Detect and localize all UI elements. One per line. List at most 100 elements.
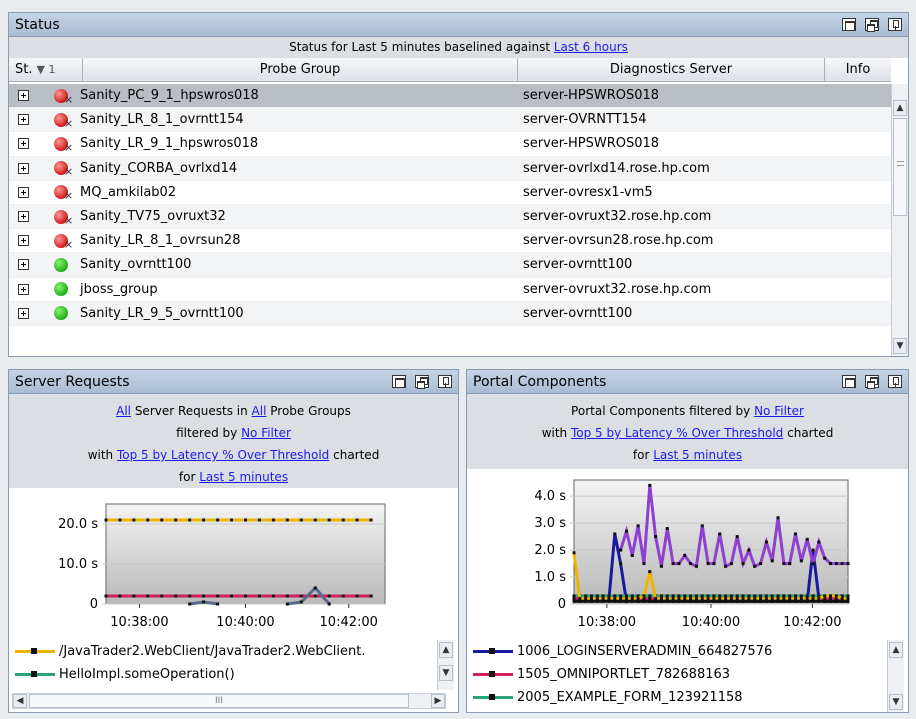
status-ok-icon <box>54 306 68 321</box>
restore-icon[interactable] <box>865 375 879 389</box>
maximize-icon[interactable] <box>842 18 856 31</box>
expand-icon[interactable] <box>18 90 29 102</box>
data-point <box>595 594 599 598</box>
table-row[interactable]: MQ_amkilab02 server-ovresx1-vm5 <box>9 181 891 205</box>
scroll-down-icon[interactable]: ▼ <box>893 338 907 354</box>
legend-vscroll[interactable]: ▲ ▼ <box>437 640 454 690</box>
table-row[interactable]: Sanity_TV75_ovruxt32 server-ovruxt32.rose… <box>9 204 891 230</box>
data-point <box>700 597 704 601</box>
scroll-left-icon[interactable]: ◀ <box>13 694 27 708</box>
scroll-down-icon[interactable]: ▼ <box>889 694 903 710</box>
data-point <box>764 540 768 544</box>
server-cell: server-ovrntt100 <box>523 305 633 321</box>
data-point <box>689 562 693 566</box>
table-row[interactable]: Sanity_LR_8_1_ovrntt154 server-OVRNTT154 <box>9 108 891 133</box>
time-range-link[interactable]: Last 5 minutes <box>653 448 742 462</box>
expand-icon[interactable] <box>18 114 29 126</box>
data-point <box>724 597 728 601</box>
time-range-link[interactable]: Last 5 minutes <box>199 470 288 484</box>
expand-icon[interactable] <box>18 259 29 271</box>
expand-icon[interactable] <box>18 307 29 319</box>
x-tick-label: 10:42:00 <box>783 615 841 630</box>
data-point <box>188 518 192 522</box>
data-point <box>694 594 698 598</box>
all-requests-link[interactable]: All <box>116 404 131 418</box>
table-row[interactable]: Sanity_ovrntt100 server-ovrntt100 <box>9 253 891 278</box>
top5-latency-link[interactable]: Top 5 by Latency % Over Threshold <box>571 426 783 440</box>
data-point <box>829 594 833 598</box>
pin-icon[interactable] <box>888 375 902 388</box>
table-row[interactable]: Sanity_PC_9_1_hpswros018 server-HPSWROS01… <box>9 84 891 109</box>
table-row[interactable]: jboss_group server-ovruxt32.rose.hp.com <box>9 278 891 302</box>
data-point <box>146 594 150 598</box>
data-point <box>671 599 675 603</box>
data-point <box>747 594 751 598</box>
pin-icon[interactable] <box>438 375 452 388</box>
hscroll-thumb[interactable]: III <box>29 694 409 708</box>
col-probe-group-header[interactable]: Probe Group <box>83 58 518 81</box>
table-row[interactable]: Sanity_LR_9_1_hpswros018 server-HPSWROS01… <box>9 132 891 157</box>
legend-label: /JavaTrader2.WebClient/JavaTrader2.WebCl… <box>59 644 366 659</box>
data-point <box>271 594 275 598</box>
scroll-up-icon[interactable]: ▲ <box>889 642 903 658</box>
data-point <box>782 599 786 603</box>
data-point <box>619 562 623 566</box>
status-vscroll[interactable]: ▲ ▼ <box>891 84 908 356</box>
col-server-header[interactable]: Diagnostics Server <box>518 58 825 81</box>
filter-link[interactable]: No Filter <box>241 426 291 440</box>
server-cell: server-HPSWROS018 <box>523 136 660 152</box>
table-row[interactable]: Sanity_CORBA_ovrlxd14 server-ovrlxd14.ros… <box>9 156 891 181</box>
status-error-icon <box>54 88 73 106</box>
data-point <box>607 599 611 603</box>
data-point <box>735 594 739 598</box>
expand-icon[interactable] <box>18 138 29 150</box>
expand-icon[interactable] <box>18 211 29 223</box>
expand-icon[interactable] <box>18 186 29 198</box>
portal-components-titlebar: Portal Components <box>467 370 908 394</box>
expand-icon[interactable] <box>18 162 29 174</box>
portal-components-title: Portal Components <box>473 373 607 390</box>
legend-swatch <box>473 648 513 654</box>
scroll-thumb[interactable] <box>893 118 907 216</box>
col-st-header[interactable]: St. ▼ 1 <box>9 58 83 81</box>
filter-link[interactable]: No Filter <box>754 404 804 418</box>
data-point <box>216 602 220 606</box>
col-info-header[interactable]: Info <box>825 58 891 81</box>
expand-icon[interactable] <box>18 235 29 247</box>
restore-icon[interactable] <box>415 375 429 389</box>
data-point <box>759 597 763 601</box>
probe-group-cell: jboss_group <box>80 281 158 297</box>
legend-label: 2005_EXAMPLE_FORM_123921158 <box>517 690 743 705</box>
scroll-down-icon[interactable]: ▼ <box>439 665 453 681</box>
scroll-up-icon[interactable]: ▲ <box>439 642 453 658</box>
pin-icon[interactable] <box>888 18 902 31</box>
plot-area: 0 1.0 s 2.0 s 3.0 s 4.0 s 10:38:00 10:40:00 10:… <box>534 479 850 630</box>
table-row[interactable]: Sanity_LR_8_1_ovrsun28 server-ovrsun28.ro… <box>9 229 891 254</box>
top5-latency-link[interactable]: Top 5 by Latency % Over Threshold <box>117 448 329 462</box>
probe-group-cell: Sanity_LR_9_1_hpswros018 <box>80 136 259 152</box>
expand-icon[interactable] <box>18 283 29 295</box>
status-banner: Status for Last 5 minutes baselined agai… <box>9 37 908 58</box>
maximize-icon[interactable] <box>842 375 856 388</box>
data-point <box>776 516 780 520</box>
baseline-link[interactable]: Last 6 hours <box>554 40 628 54</box>
data-point <box>782 597 786 601</box>
scroll-right-icon[interactable]: ▶ <box>431 694 445 708</box>
table-row[interactable]: Sanity_LR_9_5_ovrntt100 server-ovrntt100 <box>9 301 891 326</box>
data-point <box>834 562 838 566</box>
all-probe-groups-link[interactable]: All <box>252 404 267 418</box>
server-cell: server-HPSWROS018 <box>523 88 660 104</box>
maximize-icon[interactable] <box>392 375 406 388</box>
legend-vscroll[interactable]: ▲ ▼ <box>887 640 904 712</box>
server-cell: server-ovrlxd14.rose.hp.com <box>523 160 710 176</box>
data-point <box>595 597 599 601</box>
data-point <box>216 594 220 598</box>
data-point <box>341 518 345 522</box>
data-point <box>584 599 588 603</box>
server-requests-title: Server Requests <box>15 373 130 390</box>
legend-item: /JavaTrader2.WebClient/JavaTrader2.WebCl… <box>9 640 439 663</box>
restore-icon[interactable] <box>865 18 879 32</box>
legend-hscroll[interactable]: ◀ III ▶ <box>12 693 446 709</box>
data-point <box>706 562 710 566</box>
scroll-up-icon[interactable]: ▲ <box>893 100 907 116</box>
